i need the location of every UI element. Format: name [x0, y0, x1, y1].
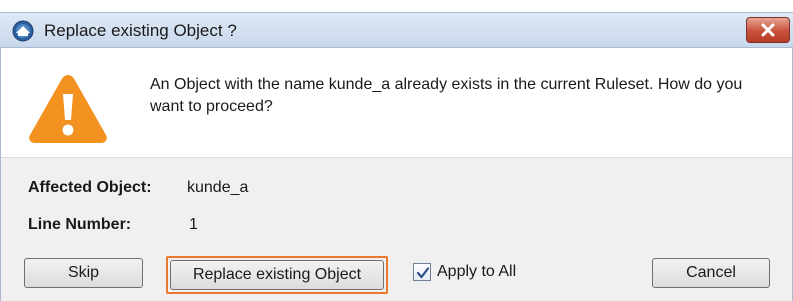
cancel-button[interactable]: Cancel — [652, 258, 770, 288]
skip-button[interactable]: Skip — [24, 258, 143, 288]
close-button[interactable] — [746, 17, 790, 43]
replace-existing-object-button[interactable]: Replace existing Object — [170, 260, 384, 290]
dialog-title: Replace existing Object ? — [44, 21, 237, 40]
apply-to-all-label[interactable]: Apply to All — [437, 263, 516, 281]
affected-object-value: kunde_a — [187, 179, 249, 196]
top-strip — [0, 0, 793, 12]
title-bar[interactable]: Replace existing Object ? — [0, 12, 793, 48]
dialog-message: An Object with the name kunde_a already … — [150, 76, 743, 115]
apply-to-all-checkbox[interactable] — [413, 263, 431, 281]
app-icon — [12, 20, 34, 42]
line-number-label: Line Number: — [28, 216, 132, 233]
affected-object-label: Affected Object: — [28, 179, 152, 196]
line-number-value: 1 — [189, 216, 198, 233]
warning-icon — [27, 72, 109, 146]
